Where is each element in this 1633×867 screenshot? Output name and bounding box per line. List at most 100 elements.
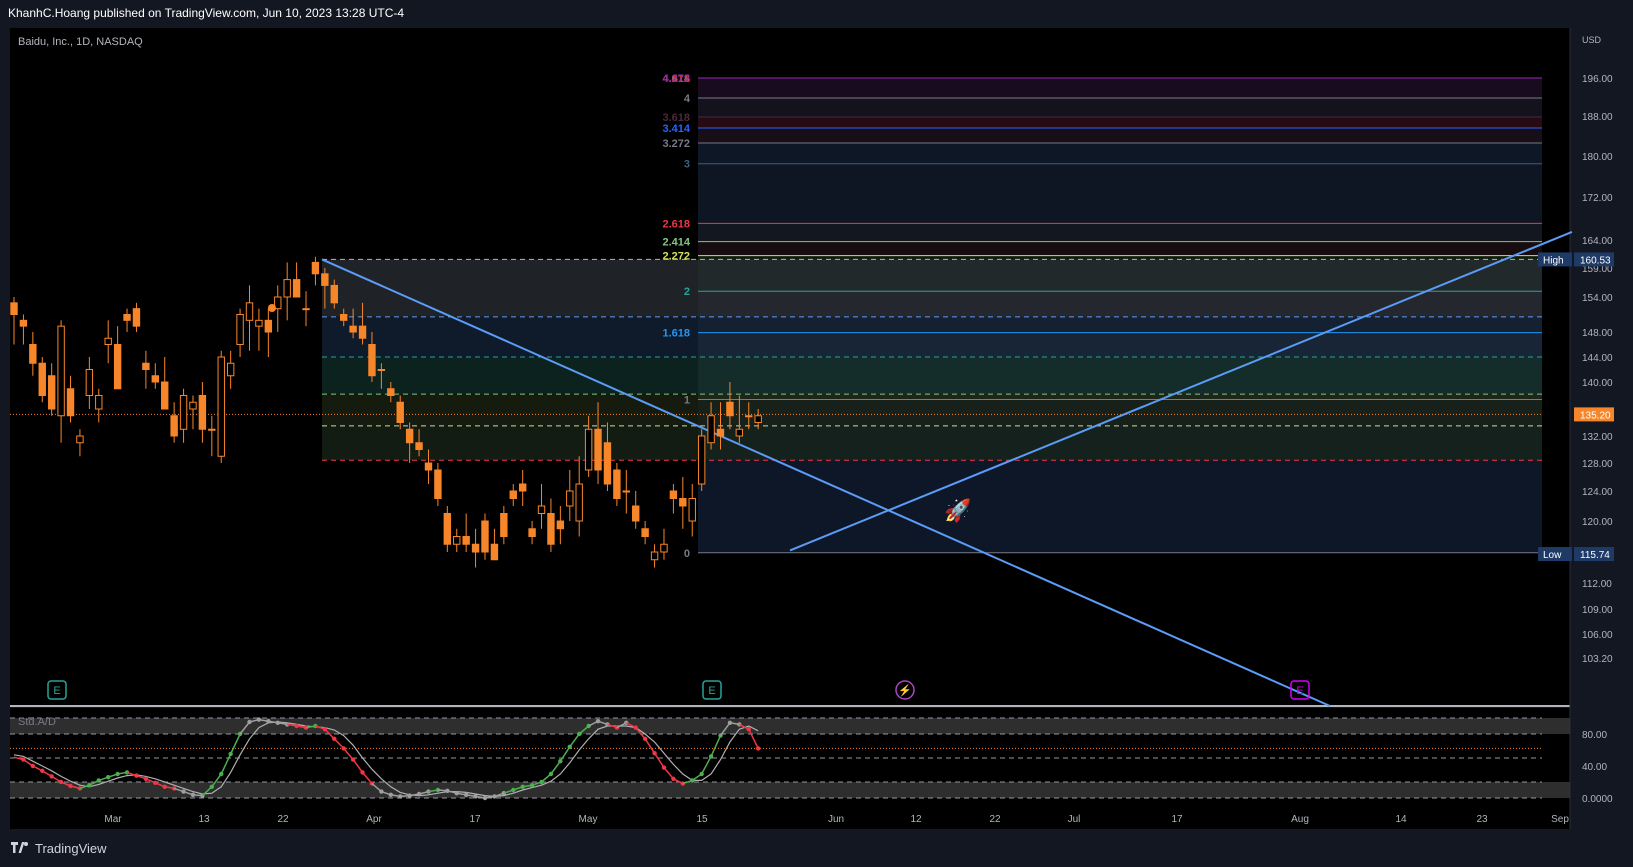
candle-body — [443, 513, 452, 545]
time-tick-label: Apr — [366, 814, 382, 825]
time-tick-label: Aug — [1291, 814, 1309, 825]
candle-body — [311, 261, 320, 275]
fib-level-label: 4 — [684, 93, 691, 105]
time-tick-label: Mar — [104, 814, 122, 825]
candle-body — [556, 520, 565, 530]
price-tick-label: 112.00 — [1582, 579, 1612, 590]
retracement-zone — [322, 316, 1542, 357]
candle-body — [179, 395, 188, 430]
fib-level-label: 2 — [684, 286, 690, 298]
earnings-icon-glyph: E — [53, 685, 60, 697]
fib-zone — [698, 97, 1542, 117]
retracement-zone — [322, 259, 1542, 317]
price-tick-label: 140.00 — [1582, 378, 1613, 389]
time-axis[interactable] — [10, 805, 1570, 829]
candle-body — [302, 308, 310, 311]
dividend-dot — [268, 304, 276, 312]
candle-body — [349, 325, 357, 333]
candle-body — [754, 415, 762, 423]
tradingview-logo-icon — [11, 841, 28, 853]
price-tick-label: 132.00 — [1582, 432, 1613, 443]
candle-body — [358, 325, 367, 339]
candle-body — [264, 319, 273, 333]
oversold-band — [10, 782, 1570, 798]
fib-zone — [698, 128, 1542, 143]
candle-body — [217, 356, 225, 457]
candle-body — [292, 279, 301, 298]
price-tick-label: 124.00 — [1582, 487, 1613, 498]
price-tick-label: 188.00 — [1582, 112, 1613, 123]
price-tick-label: 154.00 — [1582, 293, 1613, 304]
time-tick-label: 22 — [277, 814, 289, 825]
candle-body — [123, 314, 131, 321]
fib-level-label: 1 — [684, 395, 690, 407]
fib-level-label: 2.414 — [662, 237, 690, 249]
price-tick-label: 144.00 — [1582, 353, 1613, 364]
indicator-title: Std.A/D — [18, 716, 56, 728]
fib-level-label: 3.272 — [662, 138, 690, 150]
candle-body — [198, 395, 207, 430]
candle-body — [132, 308, 141, 327]
candle-body — [85, 369, 94, 396]
stoch-tick-label: 80.00 — [1582, 730, 1607, 741]
candle-body — [19, 319, 28, 327]
candle-body — [622, 490, 630, 493]
price-tick-label: 196.00 — [1582, 74, 1613, 85]
price-tick-label: 106.00 — [1582, 630, 1613, 641]
fib-level-label: 2.618 — [662, 218, 690, 230]
retracement-zone — [322, 425, 1542, 461]
candle-body — [245, 302, 254, 321]
currency-label: USD — [1582, 35, 1602, 45]
tradingview-brand[interactable]: TradingView — [10, 841, 107, 856]
candle-body — [688, 498, 696, 522]
stoch-tick-label: 40.00 — [1582, 762, 1607, 773]
candle-body — [547, 513, 555, 545]
candle-body — [415, 442, 423, 450]
candle-body — [490, 543, 499, 561]
candle-body — [745, 415, 753, 418]
candle-body — [594, 428, 602, 471]
price-tick-label: 180.00 — [1582, 152, 1613, 163]
candle-body — [575, 483, 583, 522]
candle-body — [584, 428, 593, 471]
candle-body — [453, 536, 461, 545]
candle-body — [57, 325, 65, 417]
candle-body — [537, 505, 546, 514]
stoch-tick-label: 0.0000 — [1582, 794, 1613, 805]
time-tick-label: May — [579, 814, 598, 825]
fib-level-label: 2.272 — [662, 251, 690, 263]
candle-body — [707, 415, 715, 444]
fib-zone — [698, 223, 1542, 242]
candle-body — [650, 551, 659, 561]
fib-zone — [698, 143, 1542, 164]
fib-level-label: 0 — [684, 548, 690, 560]
earnings-icon-glyph: E — [1296, 685, 1303, 697]
candle-body — [208, 428, 216, 431]
brand-label: TradingView — [35, 841, 107, 856]
candle-body — [236, 314, 244, 345]
candle-body — [735, 428, 744, 437]
fib-level-label: 3 — [684, 159, 690, 171]
candle-body — [10, 302, 18, 316]
candle-body — [142, 362, 150, 370]
candle-body — [726, 401, 734, 417]
high-marker-value: 160.53 — [1580, 255, 1611, 266]
retracement-zone — [322, 357, 1542, 395]
candle-body — [29, 344, 37, 364]
retracement-zone — [322, 394, 1542, 426]
time-tick-label: Jun — [828, 814, 844, 825]
candle-body — [377, 369, 386, 371]
time-tick-label: 17 — [1171, 814, 1183, 825]
candle-body — [255, 319, 263, 327]
last-price-value: 135.20 — [1580, 410, 1611, 421]
time-tick-label: 17 — [469, 814, 481, 825]
price-tick-label: 128.00 — [1582, 459, 1613, 470]
candle-body — [405, 428, 414, 444]
candle-body — [47, 375, 56, 410]
candle-body — [424, 462, 433, 471]
time-tick-label: 12 — [910, 814, 922, 825]
chart-svg[interactable]: 4.6184.4144.27243.6183.4143.27232.6182.4… — [0, 0, 1633, 867]
candle-body — [66, 388, 75, 417]
candle-body — [697, 435, 706, 485]
fib-level-label: 3.414 — [662, 123, 690, 135]
